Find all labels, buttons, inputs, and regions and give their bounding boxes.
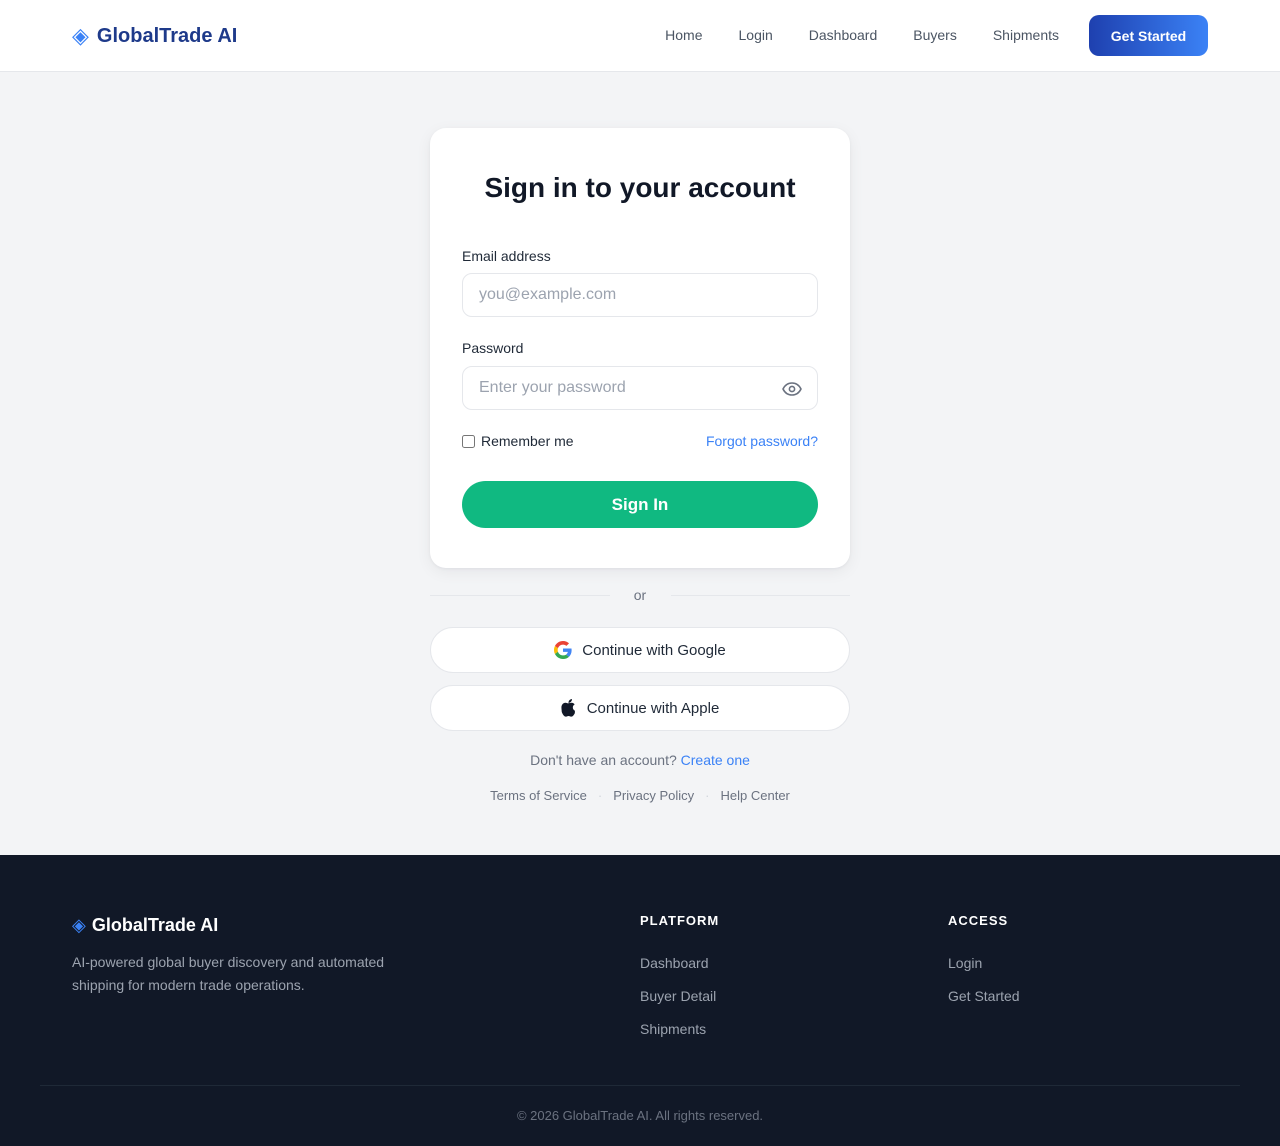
terms-link[interactable]: Terms of Service bbox=[490, 788, 587, 803]
nav-login[interactable]: Login bbox=[739, 15, 773, 56]
google-icon bbox=[554, 641, 572, 659]
remember-me: Remember me bbox=[462, 433, 574, 449]
eye-icon[interactable] bbox=[781, 378, 803, 400]
or-divider: or bbox=[430, 584, 850, 606]
footer-platform-column: PLATFORM Dashboard Buyer Detail Shipment… bbox=[640, 913, 719, 1054]
apple-signin-label: Continue with Apple bbox=[586, 699, 720, 717]
remember-me-label: Remember me bbox=[481, 433, 574, 449]
divider-line bbox=[430, 594, 610, 596]
legal-links: Terms of Service · Privacy Policy · Help Cen… bbox=[0, 788, 1280, 803]
footer-link-shipments[interactable]: Shipments bbox=[640, 1021, 719, 1038]
privacy-link[interactable]: Privacy Policy bbox=[613, 788, 694, 803]
get-started-button[interactable]: Get Started bbox=[1089, 15, 1208, 56]
diamond-logo-icon: ◈ bbox=[72, 23, 89, 48]
site-header: ◈ GlobalTrade AI Home Login Dashboard Bu… bbox=[0, 0, 1280, 72]
diamond-logo-icon: ◈ bbox=[72, 915, 86, 935]
divider-line bbox=[670, 594, 850, 596]
nav-home[interactable]: Home bbox=[665, 15, 702, 56]
footer-link-dashboard[interactable]: Dashboard bbox=[640, 955, 719, 972]
footer-access-column: ACCESS Login Get Started bbox=[948, 913, 1020, 1021]
signin-button[interactable]: Sign In bbox=[462, 481, 818, 528]
copyright: © 2026 GlobalTrade AI. All rights reserv… bbox=[516, 1108, 764, 1123]
apple-icon bbox=[561, 699, 577, 717]
footer-link-login[interactable]: Login bbox=[948, 955, 1020, 972]
nav-shipments[interactable]: Shipments bbox=[993, 15, 1059, 56]
signin-card: Sign in to your account Email address Pa… bbox=[430, 128, 850, 568]
email-field[interactable] bbox=[463, 274, 817, 316]
main-nav: Home Login Dashboard Buyers Shipments Ge… bbox=[665, 15, 1208, 56]
site-footer: ◈ GlobalTrade AI AI-powered global buyer… bbox=[0, 855, 1280, 1146]
password-field[interactable] bbox=[463, 367, 817, 409]
footer-access-heading: ACCESS bbox=[948, 913, 1009, 928]
nav-buyers[interactable]: Buyers bbox=[913, 15, 957, 56]
separator-dot: · bbox=[705, 788, 710, 803]
footer-link-buyer-detail[interactable]: Buyer Detail bbox=[640, 988, 719, 1005]
separator-dot: · bbox=[597, 788, 603, 803]
forgot-password-link[interactable]: Forgot password? bbox=[706, 433, 818, 449]
divider-text: or bbox=[633, 587, 647, 603]
password-field-wrapper bbox=[462, 366, 818, 410]
footer-description: AI-powered global buyer discovery and au… bbox=[72, 954, 385, 993]
footer-link-get-started[interactable]: Get Started bbox=[948, 988, 1020, 1005]
email-field-wrapper bbox=[462, 273, 818, 317]
google-signin-button[interactable]: Continue with Google bbox=[430, 627, 850, 673]
email-label: Email address bbox=[462, 248, 551, 264]
google-signin-label: Continue with Google bbox=[582, 641, 726, 659]
signup-prompt: Don't have an account? Create one bbox=[0, 752, 1280, 768]
apple-signin-button[interactable]: Continue with Apple bbox=[430, 685, 850, 731]
signin-options-row: Remember me Forgot password? bbox=[462, 433, 818, 449]
footer-brand: ◈ GlobalTrade AI bbox=[72, 914, 218, 936]
help-center-link[interactable]: Help Center bbox=[721, 788, 790, 803]
brand-name: GlobalTrade AI bbox=[96, 25, 238, 47]
remember-me-checkbox[interactable] bbox=[462, 434, 475, 448]
page-title: Sign in to your account bbox=[484, 172, 796, 203]
footer-divider bbox=[40, 1085, 1240, 1086]
brand-logo[interactable]: ◈ GlobalTrade AI bbox=[72, 22, 237, 50]
signup-prompt-text: Don't have an account? bbox=[530, 752, 677, 768]
footer-platform-heading: PLATFORM bbox=[640, 913, 720, 928]
nav-dashboard[interactable]: Dashboard bbox=[809, 15, 878, 56]
password-label: Password bbox=[462, 340, 524, 356]
footer-brand-name: GlobalTrade AI bbox=[91, 915, 219, 935]
create-account-link[interactable]: Create one bbox=[681, 752, 750, 768]
